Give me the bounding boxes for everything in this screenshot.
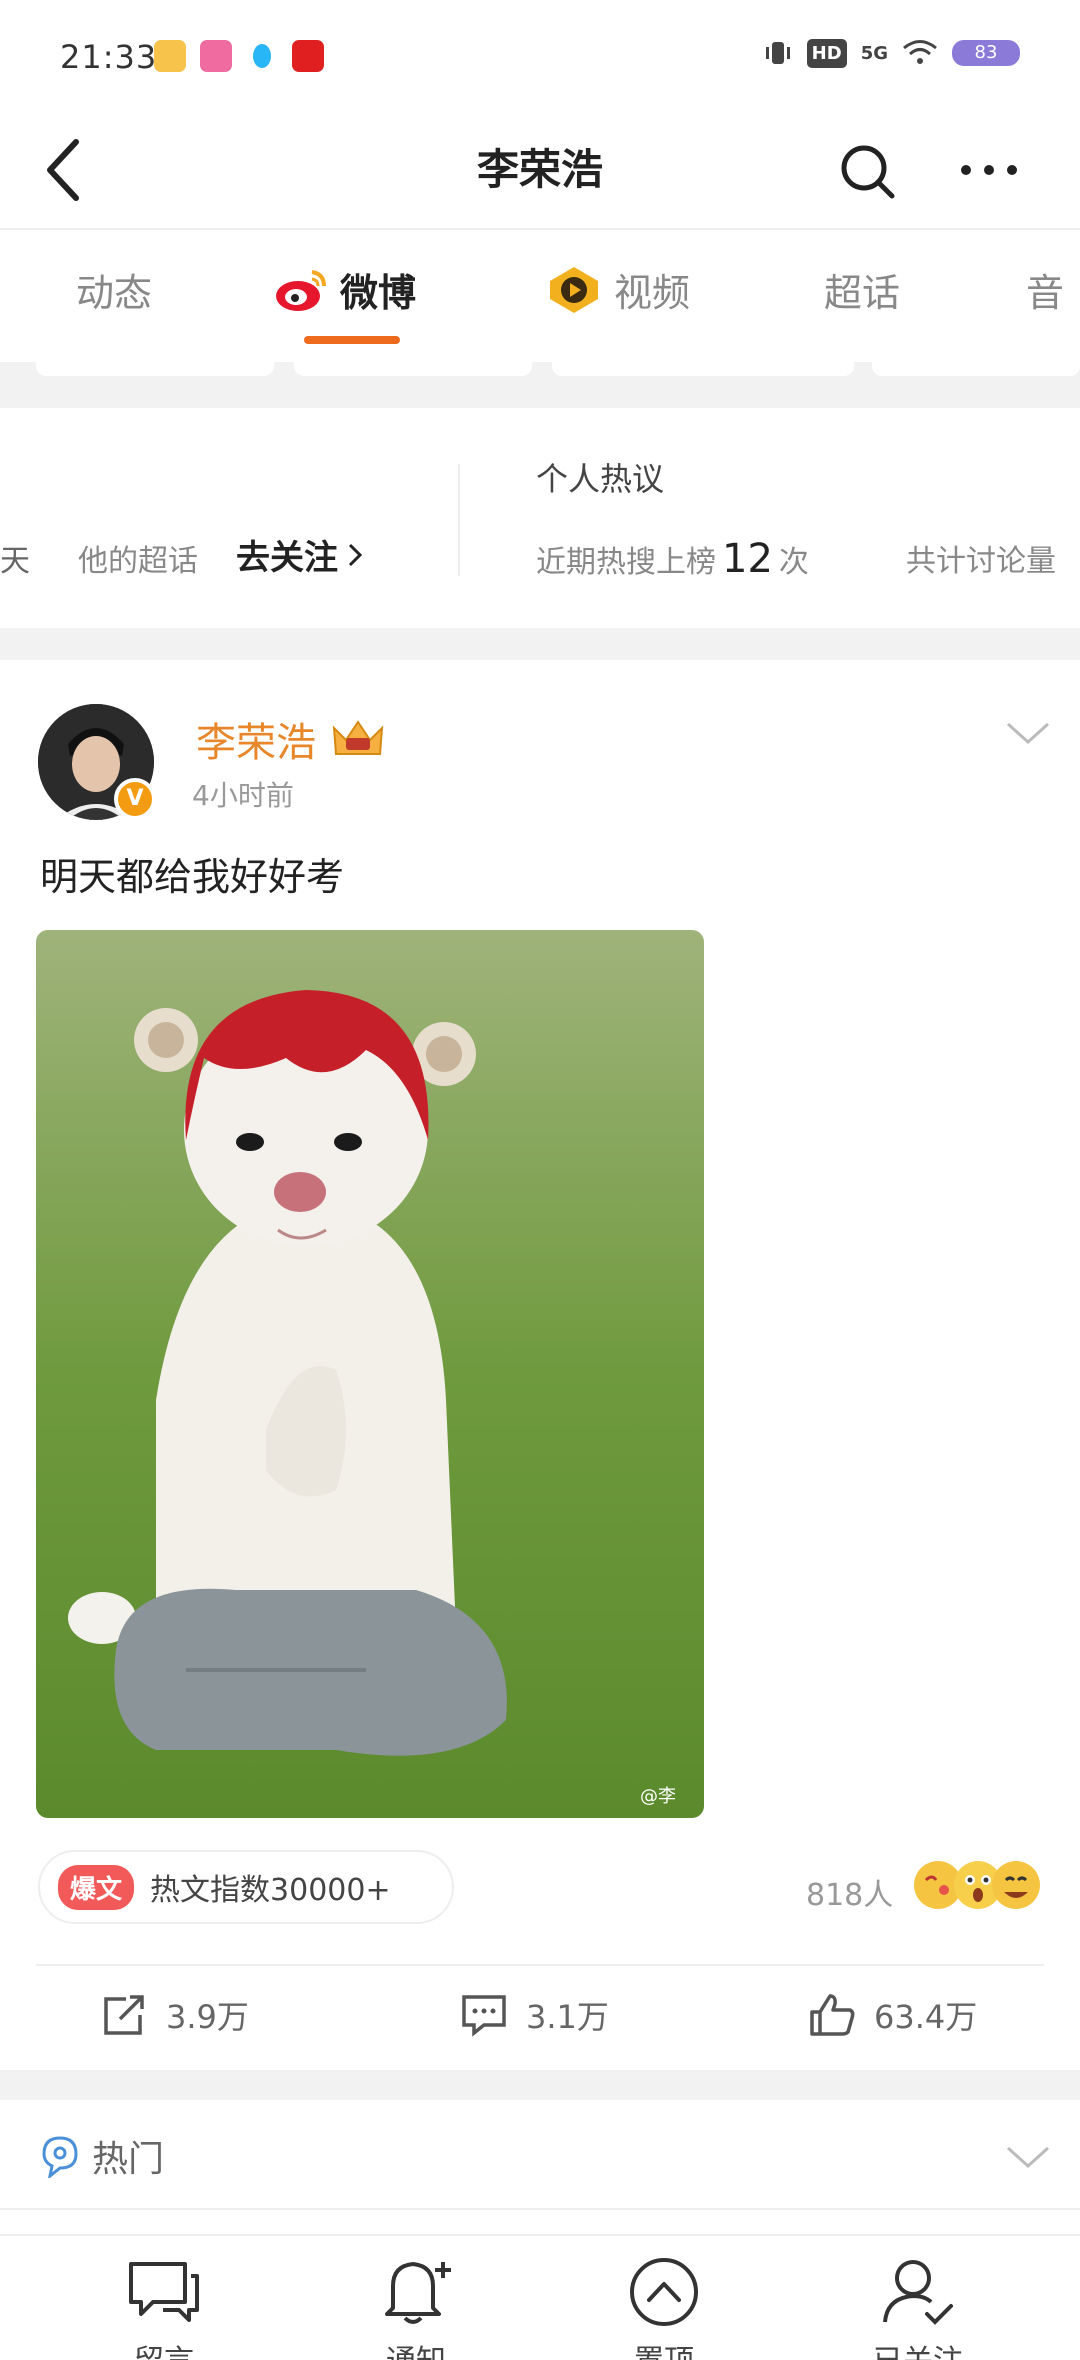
post-author[interactable]: 李荣浩 bbox=[196, 710, 386, 768]
nav-top[interactable]: 置顶 bbox=[584, 2256, 744, 2360]
hot-search-number: 12 bbox=[722, 536, 773, 582]
page-title: 李荣浩 bbox=[476, 145, 603, 194]
share-button[interactable]: 3.9万 bbox=[100, 1992, 249, 2038]
nav-label: 留言 bbox=[134, 2336, 194, 2360]
stat-cut-label: 天 bbox=[0, 544, 30, 579]
comment-count: 3.1万 bbox=[526, 1998, 609, 2036]
follow-link-label: 去关注 bbox=[236, 538, 338, 578]
user-check-icon bbox=[883, 2260, 953, 2325]
share-count: 3.9万 bbox=[166, 1998, 249, 2036]
verified-badge-icon: V bbox=[114, 778, 156, 820]
post-time: 4小时前 bbox=[192, 779, 294, 812]
qq-app-icon bbox=[246, 40, 278, 72]
more-icon[interactable] bbox=[954, 132, 1024, 208]
discussion-total-label: 共计讨论量 bbox=[906, 544, 1056, 579]
video-play-icon bbox=[550, 266, 598, 313]
tab-label: 超话 bbox=[824, 271, 901, 315]
post-image[interactable]: @李 bbox=[36, 930, 704, 1818]
status-indicators: HD 5G 83 bbox=[763, 38, 1020, 68]
nav-notify[interactable]: 通知 bbox=[336, 2256, 496, 2360]
personal-discussion-title: 个人热议 bbox=[536, 460, 665, 498]
supertopic-label: 他的超话 bbox=[78, 544, 198, 579]
tab-label: 音 bbox=[1026, 271, 1065, 315]
crown-badge-icon bbox=[332, 720, 384, 755]
reader-count: 818人 bbox=[806, 1878, 894, 1913]
author-name: 李荣浩 bbox=[196, 720, 316, 766]
hot-index-label: 热文指数30000+ bbox=[150, 1873, 391, 1908]
bell-plus-icon bbox=[385, 2262, 451, 2324]
tab-label: 视频 bbox=[614, 271, 691, 315]
weibo-post: V 李荣浩 4小时前 明天都给我好好考 @李 爆文 热文指数30000+ 818… bbox=[0, 660, 1080, 2070]
tab-video[interactable]: 视频 bbox=[544, 262, 690, 317]
hd-icon: HD bbox=[806, 38, 847, 68]
tab-supertopic[interactable]: 超话 bbox=[824, 262, 900, 317]
stats-divider bbox=[458, 464, 460, 576]
message-icon bbox=[129, 2262, 199, 2322]
like-count: 63.4万 bbox=[874, 1998, 978, 2036]
action-divider bbox=[36, 1964, 1044, 1966]
tab-weibo[interactable]: 微博 bbox=[272, 262, 416, 317]
chevron-down-icon[interactable] bbox=[1004, 2142, 1052, 2172]
post-text: 明天都给我好好考 bbox=[40, 855, 345, 899]
hot-search-prefix: 近期热搜上榜 bbox=[536, 545, 716, 580]
comment-icon bbox=[462, 1995, 506, 2037]
hot-section-label: 热门 bbox=[92, 2139, 165, 2180]
reaction-emojis-icon[interactable] bbox=[912, 1858, 1042, 1912]
signal-icon: 5G bbox=[860, 42, 888, 64]
chevron-down-icon[interactable] bbox=[1004, 718, 1052, 748]
hot-search-suffix: 次 bbox=[778, 545, 809, 580]
profile-tabs: 动态 微博 视频 超话 音 bbox=[0, 232, 1080, 362]
wifi-icon bbox=[903, 40, 937, 64]
profile-stats: 天 他的超话 去关注 个人热议 近期热搜上榜 12 次 共计讨论量 bbox=[0, 408, 1080, 660]
hot-comments-section[interactable]: 热门 bbox=[0, 2100, 1080, 2210]
search-icon[interactable] bbox=[836, 132, 900, 208]
chevron-right-icon bbox=[348, 543, 363, 566]
share-icon bbox=[104, 1995, 144, 2035]
weibo-app-icon bbox=[154, 40, 186, 72]
hot-section-header: 热门 bbox=[40, 2130, 164, 2182]
battery-indicator: 83 bbox=[952, 40, 1020, 66]
comment-button[interactable]: 3.1万 bbox=[460, 1992, 609, 2038]
card-strip-edge bbox=[0, 362, 1080, 408]
tab-music[interactable]: 音 bbox=[1026, 262, 1064, 317]
status-time: 21:33 bbox=[60, 38, 158, 76]
weibo-logo-icon bbox=[276, 269, 326, 311]
arrow-up-circle-icon bbox=[630, 2258, 698, 2326]
nav-label: 已关注 bbox=[873, 2336, 963, 2360]
image-watermark: @李 bbox=[640, 1786, 676, 1807]
tab-label: 动态 bbox=[76, 271, 153, 315]
status-app-icons bbox=[154, 40, 324, 72]
camera-app-icon bbox=[200, 40, 232, 72]
bottom-nav: 留言 通知 置顶 已关注 bbox=[0, 2234, 1080, 2360]
section-gap bbox=[0, 628, 1080, 660]
thumbs-up-icon bbox=[810, 1994, 855, 2036]
like-button[interactable]: 63.4万 bbox=[808, 1992, 977, 2038]
redbook-app-icon bbox=[292, 40, 324, 72]
hot-post-pill[interactable]: 爆文 热文指数30000+ bbox=[38, 1850, 454, 1924]
follow-supertopic-link[interactable]: 去关注 bbox=[236, 530, 364, 579]
nav-following[interactable]: 已关注 bbox=[838, 2256, 998, 2360]
status-bar: 21:33 HD 5G 83 bbox=[0, 0, 1080, 110]
hot-search-count: 近期热搜上榜 12 次 bbox=[536, 536, 809, 582]
tab-dynamic[interactable]: 动态 bbox=[76, 262, 152, 317]
nav-label: 通知 bbox=[386, 2336, 446, 2360]
vibrate-icon bbox=[765, 42, 790, 64]
hot-comments-icon bbox=[42, 2136, 78, 2178]
nav-message[interactable]: 留言 bbox=[84, 2256, 244, 2360]
nav-label: 置顶 bbox=[634, 2336, 694, 2360]
hot-post-badge: 爆文 bbox=[58, 1864, 135, 1910]
tab-label: 微博 bbox=[340, 271, 417, 315]
active-tab-indicator bbox=[304, 336, 400, 344]
app-header: 李荣浩 bbox=[0, 110, 1080, 230]
section-gap bbox=[0, 2070, 1080, 2100]
